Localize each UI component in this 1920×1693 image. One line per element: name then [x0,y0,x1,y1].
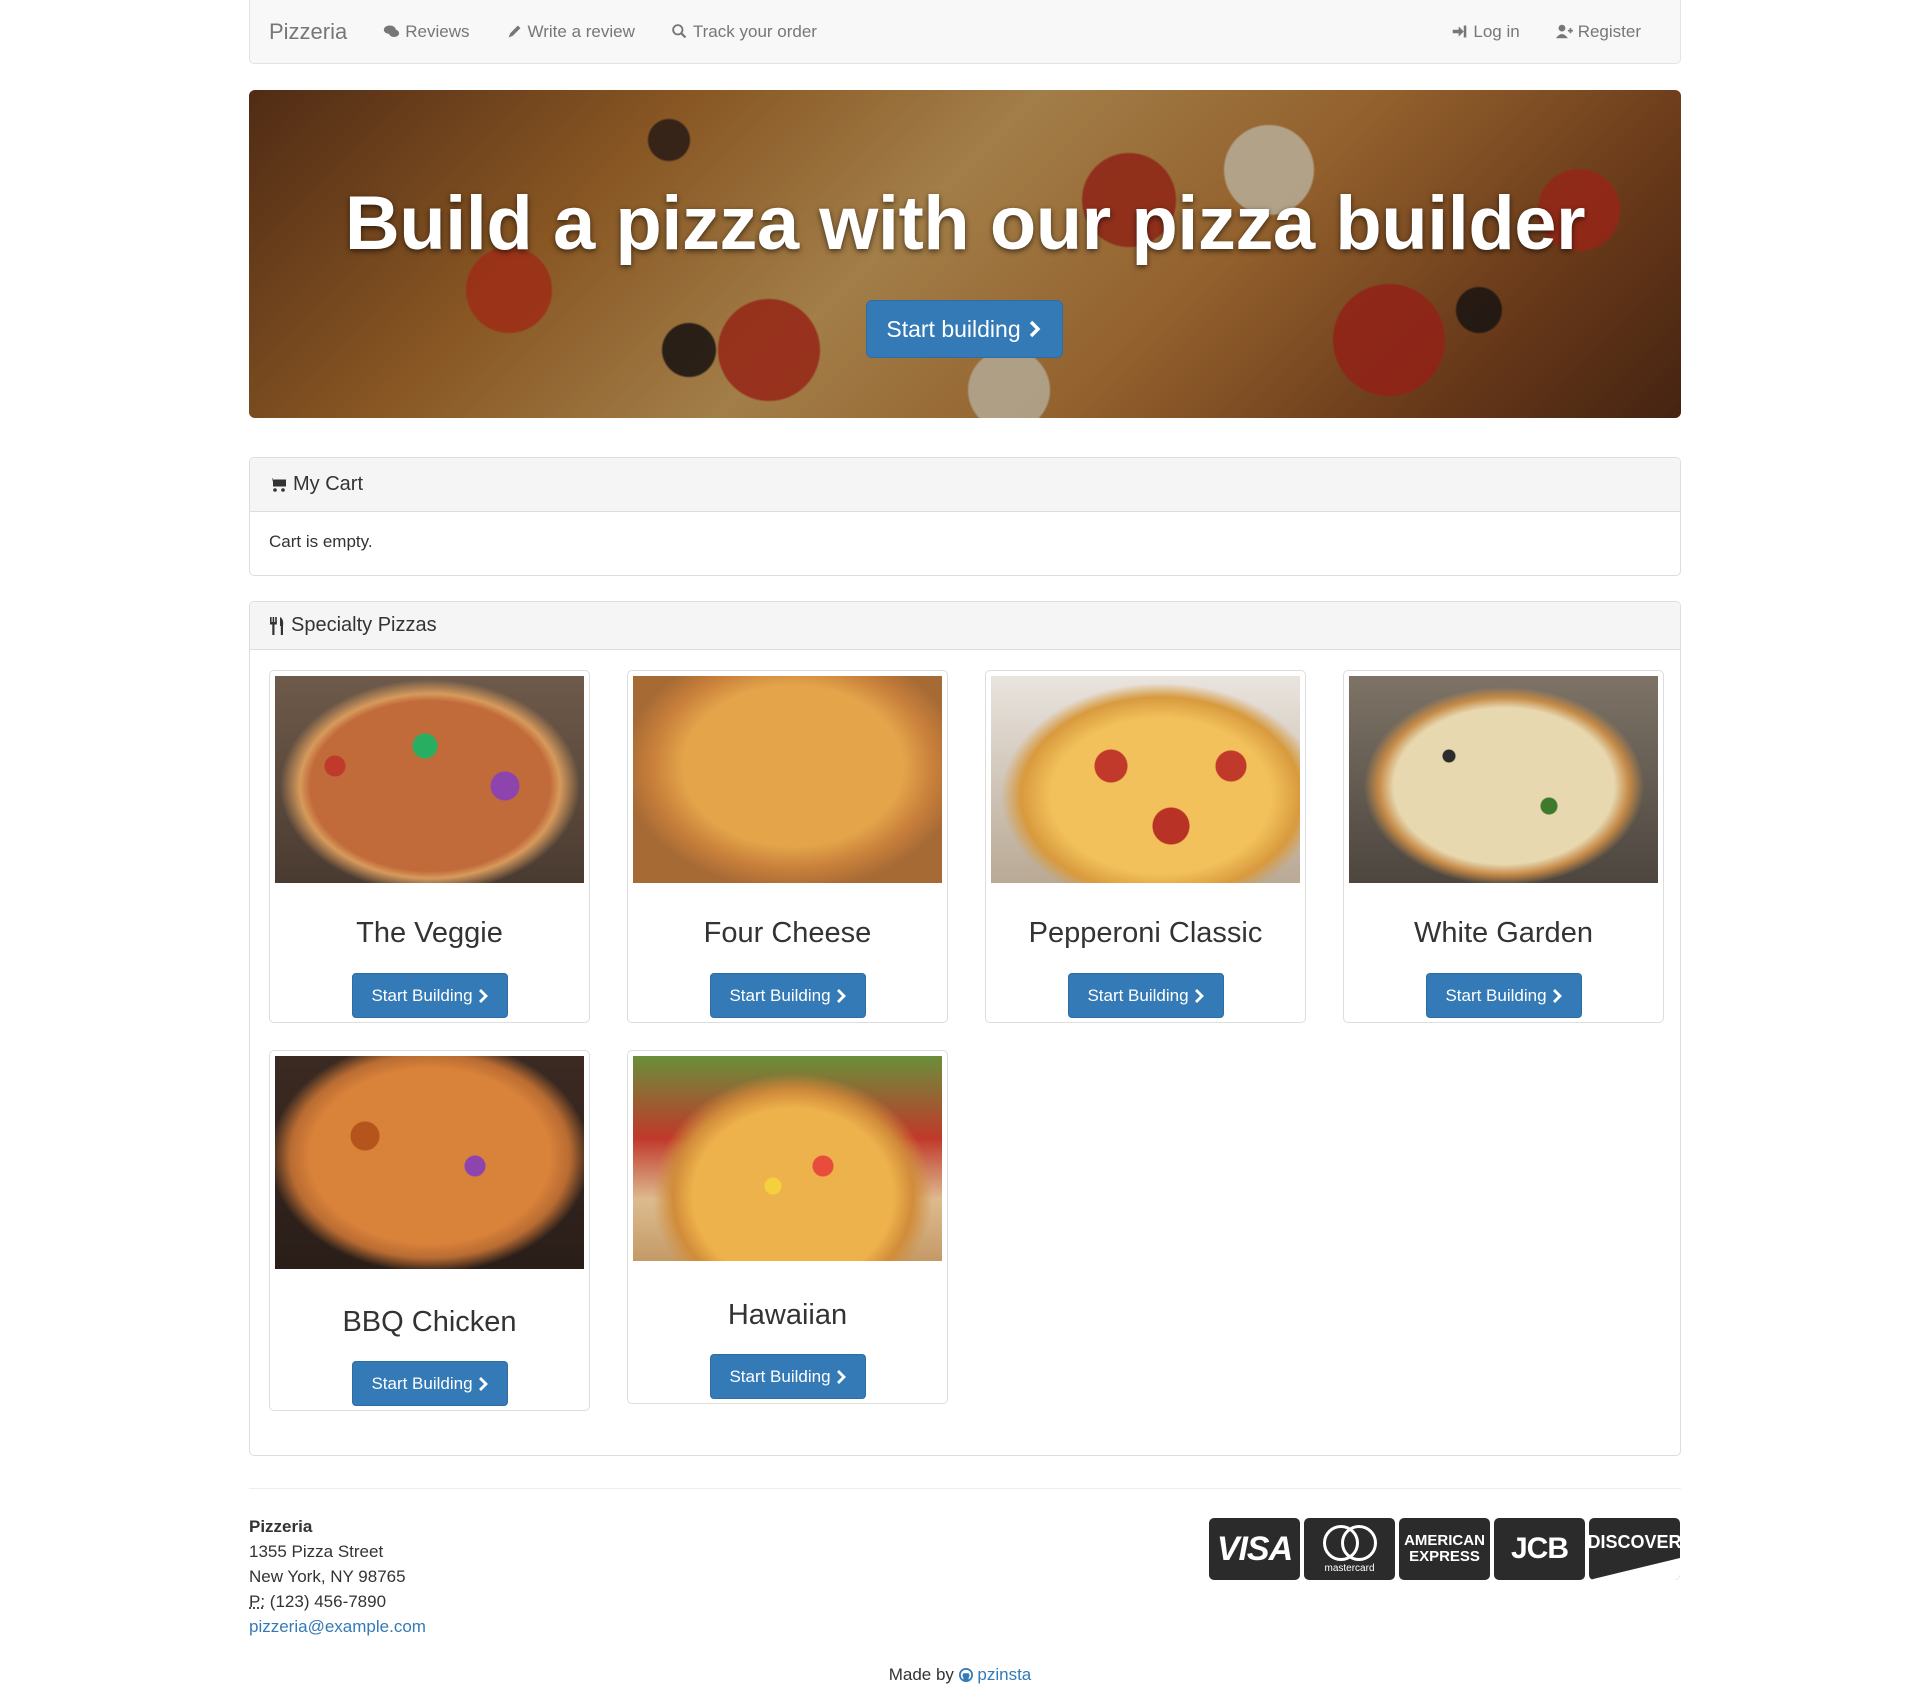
phone-abbr: P: [249,1592,266,1611]
pizza-name: BBQ Chicken [342,1306,517,1338]
pizza-card: Four Cheese Start Building [627,670,948,1023]
specialty-panel-header: Specialty Pizzas [250,602,1680,650]
pizza-card: White Garden Start Building [1343,670,1664,1023]
author-link[interactable]: pzinsta [958,1665,1032,1684]
cutlery-icon [270,616,284,635]
chevron-right-icon [478,988,488,1003]
pizza-card: Pepperoni Classic Start Building [985,670,1306,1023]
cart-panel: My Cart Cart is empty. [249,457,1681,576]
nav-login-label: Log in [1473,21,1520,41]
discover-card-icon: DISCOVER [1589,1518,1680,1580]
start-building-label: Start Building [1445,985,1547,1005]
mastercard-text: mastercard [1324,1562,1375,1574]
comments-icon [384,25,400,38]
visa-card-icon: VISA [1209,1518,1300,1580]
amex-line1: AMERICAN [1404,1532,1485,1549]
start-building-label: Start Building [729,985,831,1005]
footer-street: 1355 Pizza Street [249,1542,384,1561]
search-icon [672,24,687,39]
visa-text: VISA [1216,1529,1293,1568]
jcb-card-icon: JCB [1494,1518,1585,1580]
nav-register[interactable]: Register [1555,21,1641,42]
navbar: Pizzeria Reviews Write a review Track yo… [249,0,1681,64]
footer-phone: (123) 456-7890 [269,1592,387,1611]
user-plus-icon [1555,24,1573,39]
author-name: pzinsta [977,1665,1032,1684]
made-by-prefix: Made by [888,1665,954,1684]
amex-line2: EXPRESS [1409,1548,1480,1565]
brand-link[interactable]: Pizzeria [269,19,347,45]
mastercard-icon: mastercard [1304,1518,1395,1580]
pizza-name: Hawaiian [727,1299,848,1331]
specialty-title: Specialty Pizzas [291,614,437,636]
nav-reviews-label: Reviews [405,21,470,41]
cart-panel-header: My Cart [250,458,1680,512]
footer-name: Pizzeria [249,1517,313,1536]
nav-register-label: Register [1577,21,1641,41]
nav-track-order[interactable]: Track your order [671,22,817,42]
nav-write-review-label: Write a review [527,21,635,41]
start-building-label: Start Building [371,985,473,1005]
payment-cards: VISA mastercard AMERICAN EXPRESS JCB DIS… [1209,1518,1680,1580]
pizza-name: Pepperoni Classic [1028,917,1263,949]
pizza-image [1349,676,1658,883]
pizza-card: Hawaiian Start Building [627,1050,948,1404]
hero-title: Build a pizza with our pizza builder [344,181,1586,266]
pizza-image [275,676,584,883]
amex-card-icon: AMERICAN EXPRESS [1399,1518,1490,1580]
start-building-label: Start Building [1087,985,1189,1005]
start-building-button[interactable]: Start Building [710,973,866,1018]
sign-in-icon [1453,25,1467,38]
footer-divider [249,1488,1681,1489]
start-building-label: Start Building [729,1366,831,1386]
chevron-right-icon [1552,988,1562,1003]
nav-reviews[interactable]: Reviews [383,21,470,42]
footer-address: Pizzeria 1355 Pizza Street New York, NY … [249,1514,426,1639]
start-building-label: Start building [886,315,1021,342]
pizza-image [275,1056,584,1269]
pizza-card: BBQ Chicken Start Building [269,1050,590,1411]
start-building-button[interactable]: Start Building [1426,973,1582,1018]
chevron-right-icon [836,1369,846,1384]
pizza-card: The Veggie Start Building [269,670,590,1023]
shopping-cart-icon [269,477,286,492]
chevron-right-icon [478,1376,488,1391]
nav-login[interactable]: Log in [1451,21,1520,42]
pencil-icon [508,25,520,38]
footer-email-link[interactable]: pizzeria@example.com [249,1617,426,1636]
made-by: Made by pzinsta [0,1665,1920,1685]
chevron-right-icon [1194,988,1204,1003]
chevron-right-icon [836,988,846,1003]
specialty-panel: Specialty Pizzas The Veggie Start Buildi… [249,601,1681,1456]
start-building-button[interactable]: Start Building [1068,973,1224,1018]
navbar-right: Log in Register [1451,22,1677,42]
mastercard-circles [1322,1524,1377,1561]
pizza-image [633,1056,942,1261]
cart-title: My Cart [293,473,363,495]
pizza-image [991,676,1300,883]
pizza-name: The Veggie [356,917,503,949]
jcb-text: JCB [1510,1532,1569,1565]
github-icon [958,1668,973,1682]
cart-body: Cart is empty. [269,532,373,551]
pizza-image [633,676,942,883]
start-building-button[interactable]: Start Building [352,973,508,1018]
pizza-name: Four Cheese [703,917,872,949]
footer-city: New York, NY 98765 [249,1567,406,1586]
page: Pizzeria Reviews Write a review Track yo… [0,0,1920,1693]
start-building-button[interactable]: Start building [866,300,1063,358]
start-building-button[interactable]: Start Building [710,1354,866,1399]
chevron-right-icon [1029,320,1041,338]
start-building-label: Start Building [371,1373,473,1393]
pizza-name: White Garden [1414,917,1593,949]
nav-track-order-label: Track your order [692,21,817,41]
hero-banner: Build a pizza with our pizza builder Sta… [249,90,1681,418]
discover-text: DISCOVER [1589,1532,1680,1552]
nav-write-review[interactable]: Write a review [506,22,635,42]
start-building-button[interactable]: Start Building [352,1361,508,1406]
